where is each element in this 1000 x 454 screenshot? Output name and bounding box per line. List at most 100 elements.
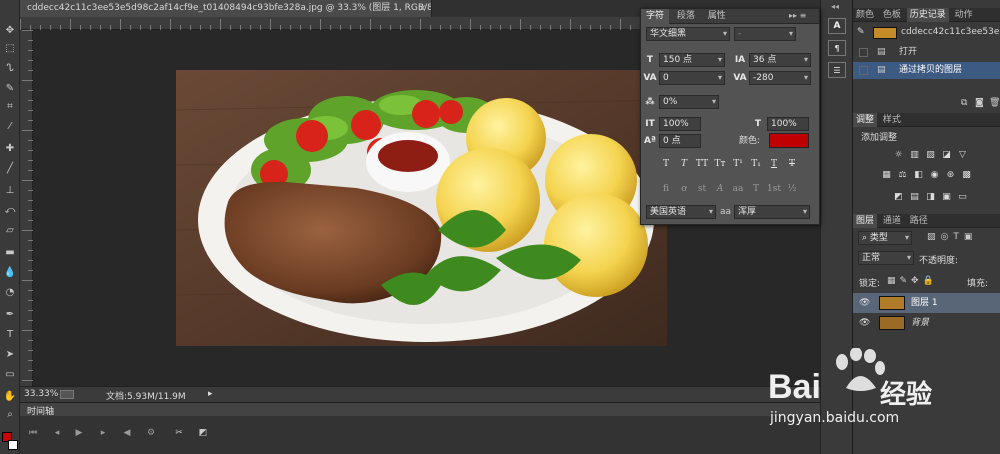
quick-select-icon[interactable]: ✎ bbox=[2, 82, 18, 96]
vibrance-icon[interactable]: ▽ bbox=[957, 150, 968, 161]
levels-icon[interactable]: ▥ bbox=[909, 150, 920, 161]
blend-mode-select[interactable]: 正常 bbox=[858, 251, 914, 265]
shape-icon[interactable]: ▭ bbox=[2, 368, 18, 382]
text-color-swatch[interactable] bbox=[769, 133, 809, 148]
horizontal-scale-field[interactable]: 100% bbox=[767, 117, 809, 131]
eyedropper-icon[interactable]: ⁄ bbox=[2, 120, 18, 134]
brush-icon[interactable]: ╱ bbox=[2, 162, 18, 176]
history-snapshot[interactable]: ✎ cddecc42c11c3ee53e5d98 bbox=[853, 24, 1000, 41]
settings-icon[interactable]: ⚙ bbox=[144, 426, 158, 440]
fractions-button[interactable]: ½ bbox=[785, 182, 799, 196]
hue-saturation-icon[interactable]: ▦ bbox=[881, 170, 892, 181]
curves-icon[interactable]: ▨ bbox=[925, 150, 936, 161]
underline-button[interactable]: T bbox=[767, 157, 781, 171]
path-select-icon[interactable]: ➤ bbox=[2, 348, 18, 362]
stamp-icon[interactable]: ⊥ bbox=[2, 184, 18, 198]
collapse-arrows-icon[interactable]: ◂◂ bbox=[831, 2, 839, 11]
eraser-icon[interactable]: ▱ bbox=[2, 224, 18, 238]
color-balance-icon[interactable]: ⚖ bbox=[897, 170, 908, 181]
tab-channels[interactable]: 通道 bbox=[880, 214, 904, 228]
exposure-icon[interactable]: ◪ bbox=[941, 150, 952, 161]
previous-frame-icon[interactable]: ◂ bbox=[50, 426, 64, 440]
play-icon[interactable]: ▶ bbox=[72, 426, 86, 440]
superscript-button[interactable]: T¹ bbox=[731, 157, 745, 171]
tab-layers[interactable]: 图层 bbox=[853, 214, 878, 228]
background-color-swatch[interactable] bbox=[8, 440, 18, 450]
status-menu-arrow-icon[interactable]: ▸ bbox=[208, 389, 213, 399]
food-photo-canvas[interactable] bbox=[176, 70, 667, 346]
tab-properties[interactable]: 属性 bbox=[703, 9, 731, 24]
ordinals-button[interactable]: 1st bbox=[767, 182, 781, 196]
healing-icon[interactable]: ✚ bbox=[2, 142, 18, 156]
invert-icon[interactable]: ◩ bbox=[893, 192, 904, 203]
tab-actions[interactable]: 动作 bbox=[952, 8, 976, 22]
status-icon[interactable] bbox=[60, 390, 74, 399]
character-panel-icon[interactable]: A bbox=[828, 18, 846, 34]
photo-filter-icon[interactable]: ◉ bbox=[929, 170, 940, 181]
selective-color-icon[interactable]: ▣ bbox=[941, 192, 952, 203]
channel-mixer-icon[interactable]: ⊛ bbox=[945, 170, 956, 181]
next-frame-icon[interactable]: ▸ bbox=[96, 426, 110, 440]
tab-swatches[interactable]: 色板 bbox=[880, 8, 904, 22]
trash-icon[interactable]: 🗑 bbox=[989, 98, 1000, 108]
tab-styles[interactable]: 样式 bbox=[880, 113, 904, 127]
ligatures-button[interactable]: fi bbox=[659, 182, 673, 196]
new-document-from-state-icon[interactable]: ⧉ bbox=[961, 98, 967, 108]
stylistic-alternates-button[interactable]: A bbox=[713, 182, 727, 196]
tab-history[interactable]: 历史记录 bbox=[906, 8, 949, 22]
threshold-icon[interactable]: ◨ bbox=[925, 192, 936, 203]
zoom-icon[interactable]: ⌕ bbox=[2, 408, 18, 422]
tab-character[interactable]: 字符 bbox=[641, 9, 670, 24]
marquee-icon[interactable]: ⬚ bbox=[2, 42, 18, 56]
scissors-icon[interactable]: ✂ bbox=[172, 426, 186, 440]
dodge-icon[interactable]: ◔ bbox=[2, 286, 18, 300]
font-style-select[interactable]: - bbox=[734, 27, 796, 41]
all-caps-button[interactable]: TT bbox=[695, 157, 709, 171]
type-icon[interactable]: T bbox=[2, 328, 18, 342]
tab-paths[interactable]: 路径 bbox=[907, 214, 931, 228]
blur-icon[interactable]: 💧 bbox=[2, 266, 18, 280]
tracking-field[interactable]: -280 bbox=[749, 71, 811, 85]
font-size-field[interactable]: 150 点 bbox=[659, 53, 725, 67]
audio-icon[interactable]: ◀ bbox=[120, 426, 134, 440]
posterize-icon[interactable]: ▤ bbox=[909, 192, 920, 203]
first-frame-icon[interactable]: ⏮ bbox=[26, 426, 40, 440]
kerning-field[interactable]: 0 bbox=[659, 71, 725, 85]
leading-field[interactable]: 36 点 bbox=[749, 53, 811, 67]
tab-paragraph[interactable]: 段落 bbox=[672, 9, 700, 24]
history-brush-icon[interactable]: ⤺ bbox=[2, 204, 18, 218]
panel-menu-icon[interactable]: ▸▸ ≡ bbox=[789, 11, 806, 20]
ordinals-alt-button[interactable]: T bbox=[749, 182, 763, 196]
pen-icon[interactable]: ✒ bbox=[2, 308, 18, 322]
brightness-icon[interactable]: ☼ bbox=[893, 150, 904, 161]
language-select[interactable]: 美国英语 bbox=[646, 205, 716, 219]
gradient-icon[interactable]: ▬ bbox=[2, 246, 18, 260]
paragraph-panel-icon[interactable]: ¶ bbox=[828, 40, 846, 56]
zoom-level[interactable]: 33.33% bbox=[24, 389, 58, 399]
layer-row-selected[interactable]: 👁 图层 1 bbox=[853, 293, 1000, 313]
properties-panel-icon[interactable]: ☰ bbox=[828, 62, 846, 78]
gradient-map-icon[interactable]: ▭ bbox=[957, 192, 968, 203]
visibility-eye-icon[interactable]: 👁 bbox=[859, 313, 870, 333]
history-source-box[interactable] bbox=[859, 48, 868, 57]
transition-icon[interactable]: ◩ bbox=[196, 426, 210, 440]
history-item-selected[interactable]: ▤ 通过拷贝的图层 bbox=[853, 62, 1000, 79]
titling-alternates-button[interactable]: aa bbox=[731, 182, 745, 196]
history-source-box[interactable] bbox=[859, 66, 868, 75]
faux-bold-button[interactable]: T bbox=[659, 157, 673, 171]
camera-icon[interactable]: ◙ bbox=[975, 98, 984, 108]
subscript-button[interactable]: T₁ bbox=[749, 157, 763, 171]
black-white-icon[interactable]: ◧ bbox=[913, 170, 924, 181]
strikethrough-button[interactable]: T bbox=[785, 157, 799, 171]
font-family-select[interactable]: 华文细黑 bbox=[646, 27, 730, 41]
layer-filter-icons[interactable]: ▨◎T▣ bbox=[927, 232, 977, 242]
close-tab-icon[interactable]: × bbox=[418, 0, 430, 17]
lock-icons[interactable]: ▦✎✥🔒 bbox=[887, 276, 938, 286]
color-lookup-icon[interactable]: ▩ bbox=[961, 170, 972, 181]
vertical-scale-field[interactable]: 100% bbox=[659, 117, 701, 131]
visibility-eye-icon[interactable]: 👁 bbox=[859, 293, 870, 313]
faux-italic-button[interactable]: T bbox=[677, 157, 691, 171]
document-tab[interactable]: cddecc42c11c3ee53e5d98c2af14cf9e_t014084… bbox=[20, 0, 432, 17]
crop-icon[interactable]: ⌗ bbox=[2, 100, 18, 114]
antialias-select[interactable]: 浑厚 bbox=[734, 205, 810, 219]
